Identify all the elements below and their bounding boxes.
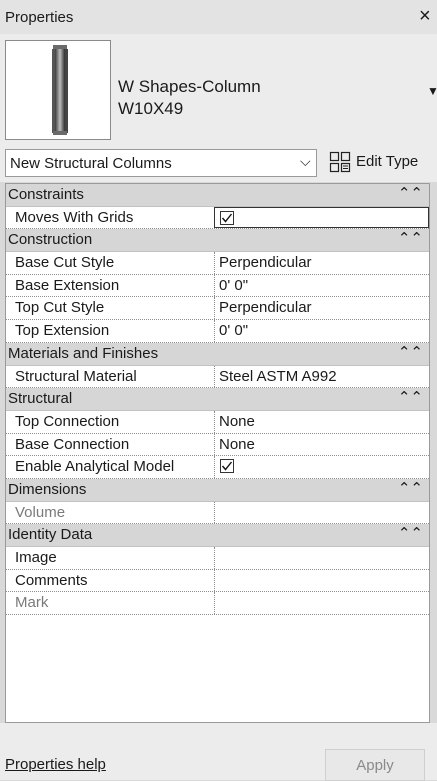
filter-row: New Structural Columns ⌵ Edit Type (0, 146, 437, 182)
property-row: Enable Analytical Model (6, 456, 429, 479)
property-row: Image (6, 547, 429, 570)
category-label: Structural (8, 390, 73, 408)
collapse-icon[interactable]: ⌃⌃ (398, 229, 423, 247)
category-identity-data[interactable]: Identity Data ⌃⌃ (6, 524, 429, 547)
property-name: Top Cut Style (15, 299, 105, 317)
type-selector[interactable]: W Shapes-Column W10X49 ▼ (0, 34, 437, 146)
property-value-cell (214, 501, 429, 524)
property-row: Mark (6, 592, 429, 616)
property-value-cell[interactable]: 0' 0" (214, 320, 429, 342)
property-row: Base Connection None (6, 433, 429, 457)
property-value-cell[interactable]: Perpendicular (214, 252, 429, 274)
filter-label: New Structural Columns (10, 155, 172, 172)
property-value-cell[interactable]: Perpendicular (214, 297, 429, 320)
palette-footer: Properties help Apply (0, 723, 437, 781)
property-value: Steel ASTM A992 (219, 367, 337, 385)
collapse-icon[interactable]: ⌃⌃ (398, 184, 423, 202)
category-label: Constraints (8, 186, 84, 203)
instance-filter-dropdown[interactable]: New Structural Columns ⌵ (5, 149, 317, 177)
property-row: Base Extension 0' 0" (6, 274, 429, 298)
property-value: Perpendicular (219, 299, 312, 317)
property-value: None (219, 412, 255, 430)
palette-title: Properties (5, 9, 74, 26)
collapse-icon[interactable]: ⌃⌃ (398, 343, 423, 361)
property-value: 0' 0" (219, 322, 249, 340)
property-value-cell[interactable]: 0' 0" (214, 274, 429, 297)
moves-with-grids-checkbox[interactable] (220, 210, 234, 225)
collapse-icon[interactable]: ⌃⌃ (398, 388, 423, 406)
property-row: Top Extension 0' 0" (6, 320, 429, 343)
property-name: Moves With Grids (15, 208, 134, 226)
property-name: Top Extension (15, 322, 110, 340)
property-name: Base Connection (15, 435, 130, 453)
property-value-cell[interactable] (214, 206, 429, 229)
property-value: None (219, 435, 255, 453)
property-value: 0' 0" (219, 276, 249, 294)
category-label: Construction (8, 231, 93, 249)
property-row: Base Cut Style Perpendicular (6, 252, 429, 275)
property-value-cell[interactable] (214, 569, 429, 592)
property-value-cell[interactable] (214, 456, 429, 478)
checkmark-icon (221, 213, 233, 223)
family-name: W Shapes-Column (118, 77, 261, 96)
property-name: Base Extension (15, 276, 120, 294)
category-structural[interactable]: Structural ⌃⌃ (6, 388, 429, 411)
edit-type-icon (329, 151, 351, 173)
property-name: Base Cut Style (15, 254, 115, 272)
edit-type-label: Edit Type (356, 153, 419, 170)
property-name: Enable Analytical Model (15, 458, 175, 476)
type-name: W Shapes-Column W10X49 (118, 76, 261, 120)
apply-label: Apply (356, 757, 394, 774)
steel-column-icon (5, 40, 111, 140)
collapse-icon[interactable]: ⌃⌃ (398, 479, 423, 497)
property-name: Top Connection (15, 412, 120, 430)
property-name: Image (15, 549, 57, 566)
property-value-cell[interactable]: None (214, 433, 429, 456)
category-label: Dimensions (8, 480, 87, 498)
apply-button[interactable]: Apply (325, 749, 425, 781)
property-row: Comments (6, 569, 429, 593)
category-constraints[interactable]: Constraints ⌃⌃ (6, 184, 429, 207)
property-row: Top Cut Style Perpendicular (6, 297, 429, 321)
property-row: Volume (6, 501, 429, 525)
property-value-cell[interactable]: Steel ASTM A992 (214, 365, 429, 388)
checkmark-icon (221, 461, 233, 471)
property-row: Structural Material Steel ASTM A992 (6, 365, 429, 389)
category-dimensions[interactable]: Dimensions ⌃⌃ (6, 478, 429, 502)
property-name: Mark (15, 594, 49, 612)
property-value: Perpendicular (219, 254, 312, 272)
property-name: Comments (15, 571, 88, 589)
enable-analytical-model-checkbox[interactable] (220, 459, 234, 474)
close-icon[interactable]: × (419, 5, 431, 27)
property-row: Moves With Grids (6, 206, 429, 230)
type-dropdown-arrow-icon[interactable]: ▼ (427, 84, 437, 98)
property-value-cell[interactable]: None (214, 410, 429, 433)
property-row: Top Connection None (6, 410, 429, 434)
properties-grid: Constraints ⌃⌃ Moves With Grids Construc… (5, 183, 430, 723)
collapse-icon[interactable]: ⌃⌃ (398, 524, 423, 542)
property-name: Structural Material (15, 367, 137, 385)
property-value-cell[interactable] (214, 547, 429, 569)
category-label: Materials and Finishes (8, 344, 159, 362)
type-designation: W10X49 (118, 99, 184, 118)
properties-palette: Properties × W Shapes-Column W10X49 ▼ Ne… (0, 0, 437, 781)
category-label: Identity Data (8, 526, 93, 544)
properties-help-link[interactable]: Properties help (5, 756, 106, 773)
property-value-cell[interactable] (214, 592, 429, 615)
property-name: Volume (15, 503, 66, 521)
title-bar[interactable]: Properties × (0, 0, 437, 35)
category-materials-and-finishes[interactable]: Materials and Finishes ⌃⌃ (6, 342, 429, 366)
chevron-down-icon: ⌵ (300, 153, 311, 169)
category-construction[interactable]: Construction ⌃⌃ (6, 229, 429, 253)
